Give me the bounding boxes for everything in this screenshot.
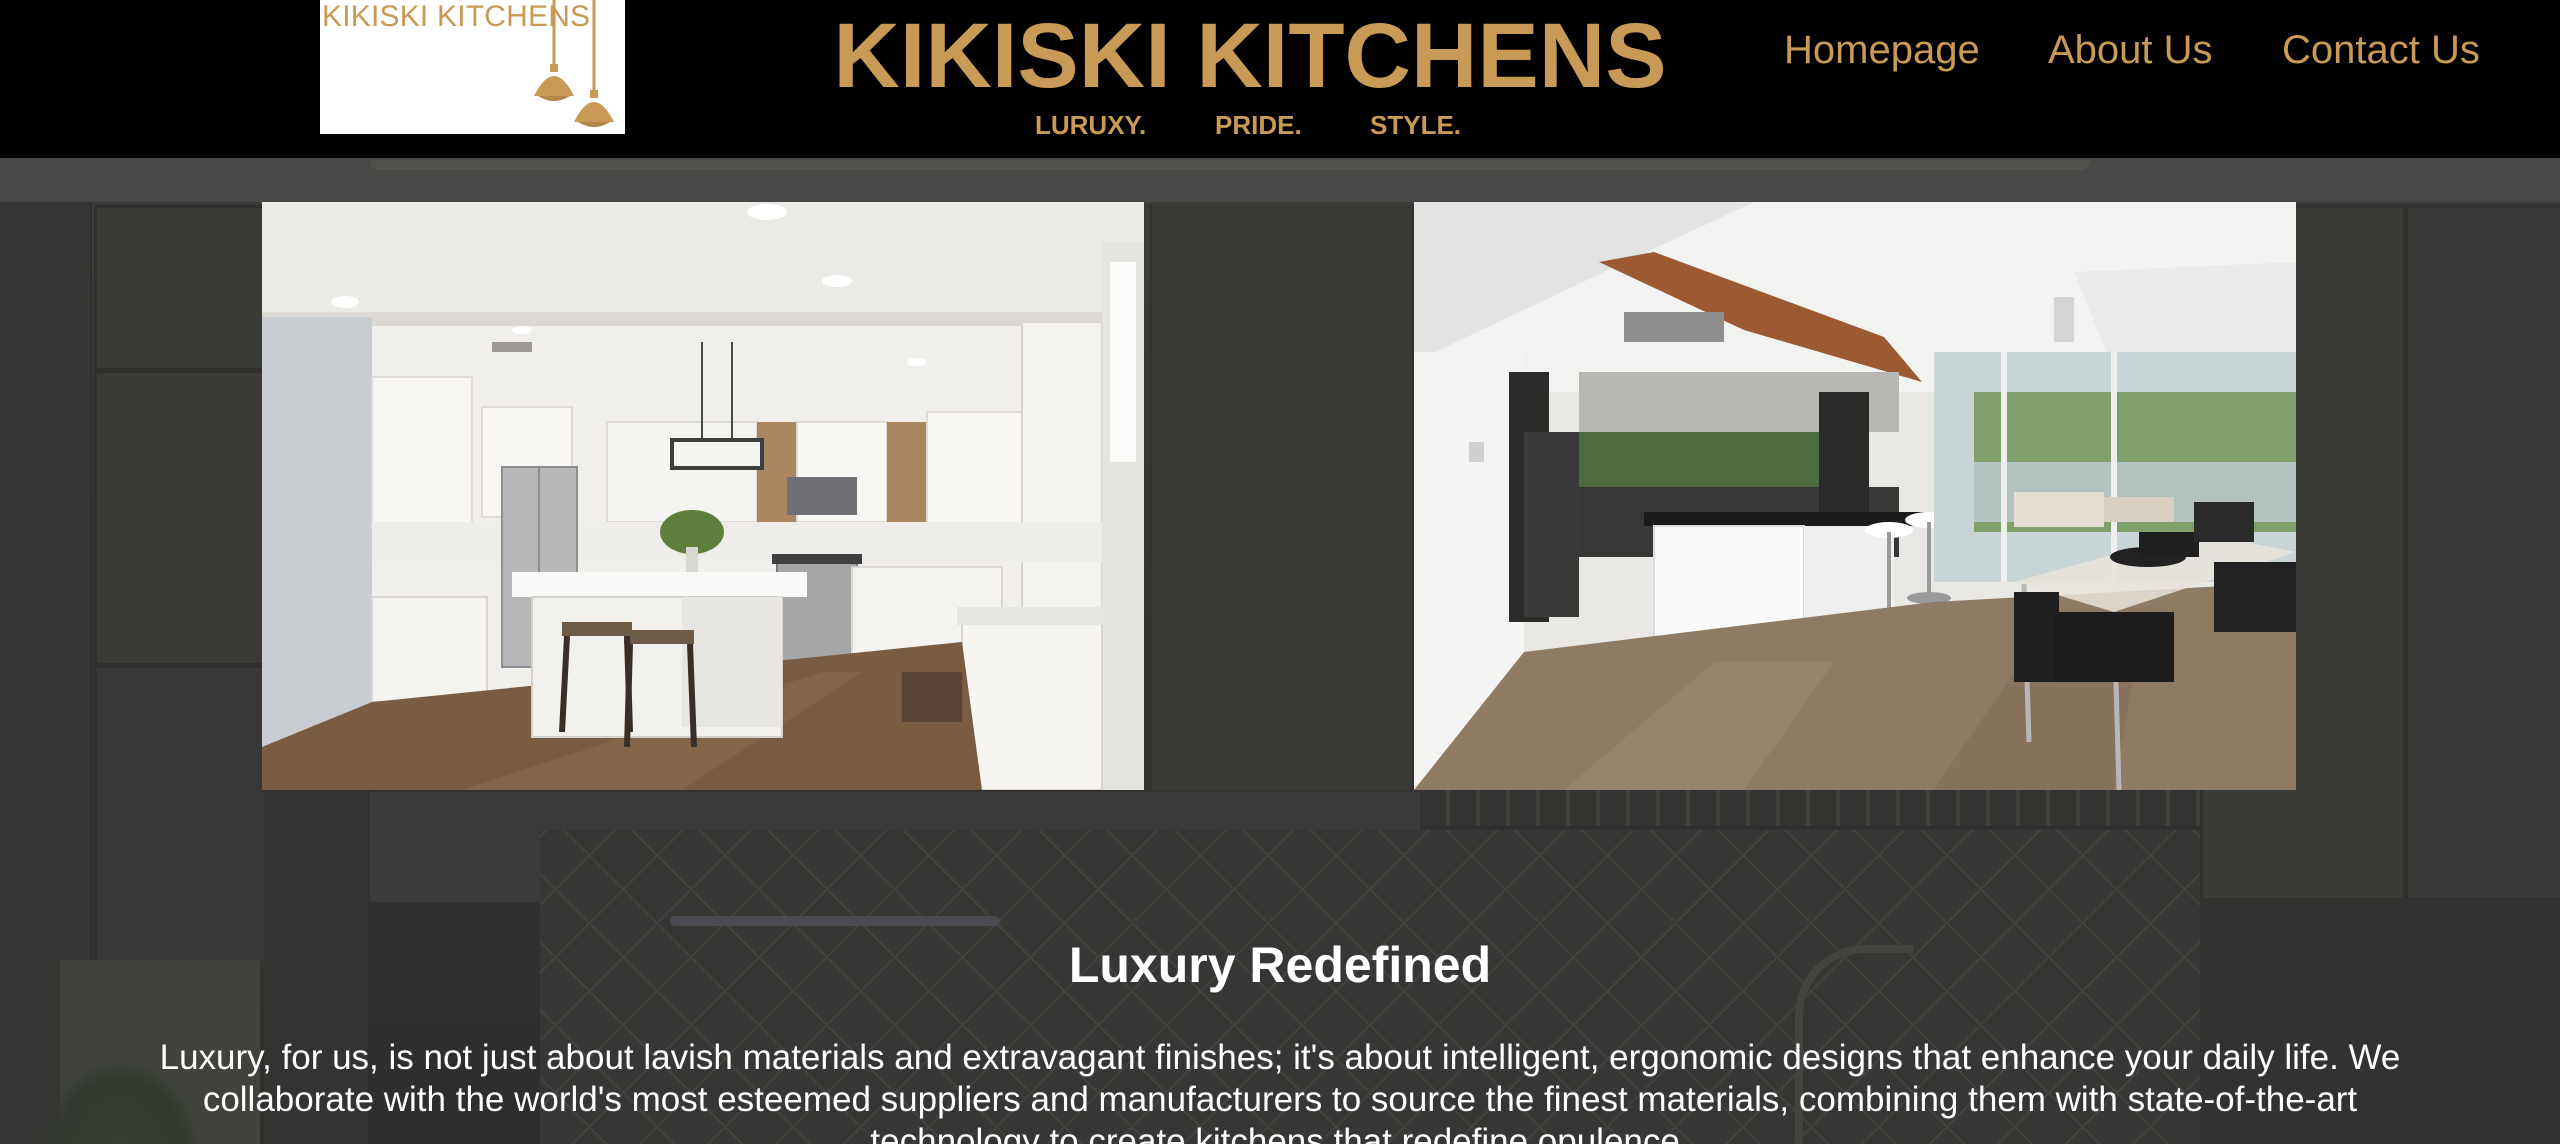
nav-link-contact-us[interactable]: Contact Us [2282, 26, 2480, 74]
section-title: Luxury Redefined [1068, 936, 1492, 993]
section-body-text: Luxury, for us, is not just about lavish… [159, 1038, 2401, 1144]
brand-title: KIKISKI KITCHENS [833, 5, 1667, 107]
nav-link-homepage[interactable]: Homepage [1784, 26, 1980, 74]
tagline-luxury: LURUXY. [1035, 110, 1147, 140]
pendant-lamps-icon [534, 0, 614, 127]
tagline-style: STYLE. [1370, 110, 1462, 140]
site-logo[interactable]: KIKISKI KITCHENS [320, 0, 625, 134]
kitchen-photo-white-cabinets [262, 202, 1144, 790]
kitchen-photo-open-plan [1414, 202, 2296, 790]
site-header: KIKISKI KITCHENS KIKISKI KITCHENS LURUXY… [0, 0, 2560, 158]
nav-link-about-us[interactable]: About Us [2048, 26, 2213, 74]
tagline-pride: PRIDE. [1215, 110, 1302, 140]
